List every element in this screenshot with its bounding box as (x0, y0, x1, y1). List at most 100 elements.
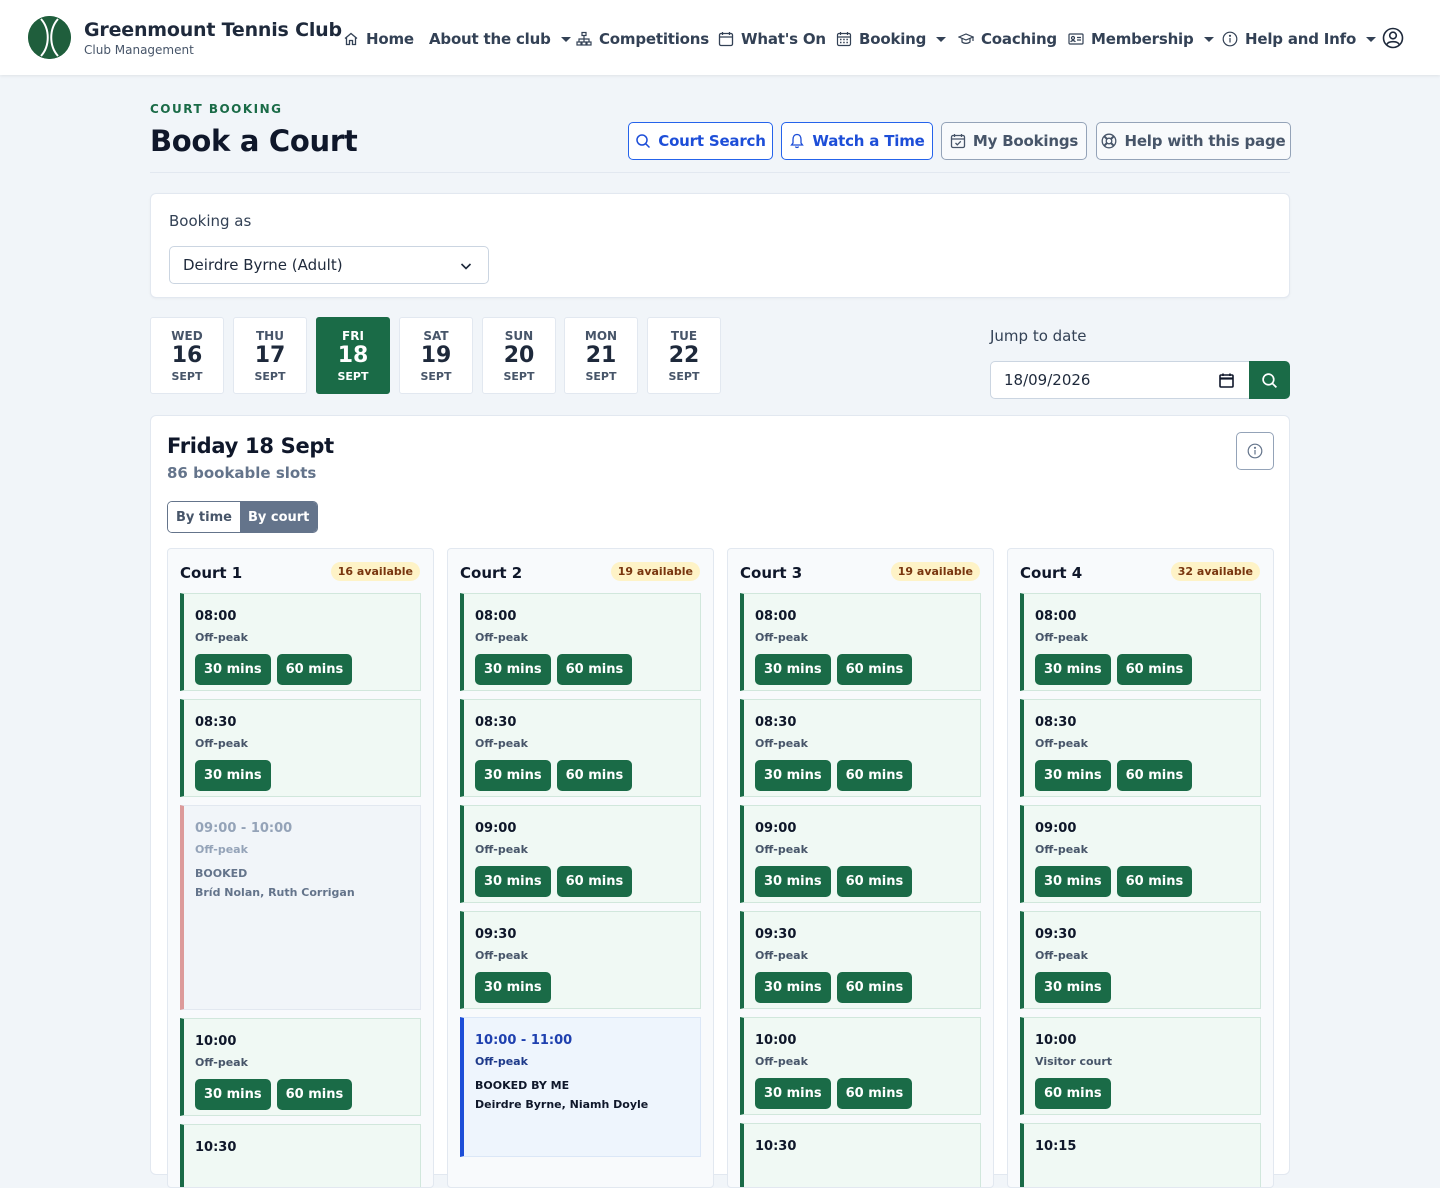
view-by-time-button[interactable]: By time (168, 502, 240, 532)
book-duration-button[interactable]: 60 mins (1035, 1078, 1111, 1109)
slot-band: Off-peak (1035, 843, 1088, 856)
bell-icon (790, 133, 805, 149)
day-tab-num: 19 (420, 343, 452, 368)
time-slot: 09:00 Off-peak 30 mins 60 mins (460, 805, 701, 903)
nav-home[interactable]: Home (343, 28, 414, 50)
book-duration-button[interactable]: 30 mins (475, 760, 551, 791)
view-by-court-button[interactable]: By court (239, 502, 318, 532)
time-slot: 08:30 Off-peak 30 mins 60 mins (1020, 699, 1261, 797)
book-duration-button[interactable]: 60 mins (556, 760, 633, 791)
slot-time: 09:30 (755, 927, 797, 942)
calendar-icon (718, 32, 734, 47)
book-duration-button[interactable]: 30 mins (195, 1079, 271, 1110)
watch-time-button[interactable]: Watch a Time (781, 122, 933, 160)
day-tab[interactable]: MON 21 SEPT (564, 317, 638, 394)
jump-to-date-label: Jump to date (990, 327, 1087, 345)
book-duration-button[interactable]: 30 mins (475, 866, 551, 897)
jump-to-date-input[interactable]: 18/09/2026 (990, 361, 1250, 399)
slot-time: 09:00 (755, 821, 797, 836)
day-tab[interactable]: WED 16 SEPT (150, 317, 224, 394)
duration-buttons: 30 mins (195, 760, 271, 791)
caret-down-icon (1366, 36, 1377, 42)
day-tab-mon: SEPT (337, 370, 369, 383)
book-duration-button[interactable]: 60 mins (276, 654, 353, 685)
slot-time: 10:00 (1035, 1033, 1077, 1048)
nav-about-label: About the club (429, 30, 551, 48)
day-tab[interactable]: TUE 22 SEPT (647, 317, 721, 394)
book-duration-button[interactable]: 60 mins (556, 654, 633, 685)
slot-time: 10:00 (755, 1033, 797, 1048)
brand-name[interactable]: Greenmount Tennis Club (84, 19, 342, 41)
nav-competitions[interactable]: Competitions (576, 28, 709, 50)
book-duration-button[interactable]: 30 mins (195, 760, 271, 791)
day-tab-mon: SEPT (254, 370, 286, 383)
nav-coaching[interactable]: Coaching (958, 28, 1057, 50)
time-slot: 10:00 Off-peak 30 mins 60 mins (740, 1017, 981, 1115)
book-duration-button[interactable]: 60 mins (1116, 760, 1193, 791)
my-bookings-label: My Bookings (972, 132, 1079, 150)
day-tab[interactable]: SAT 19 SEPT (399, 317, 473, 394)
book-duration-button[interactable]: 30 mins (755, 760, 831, 791)
booking-as-select[interactable]: Deirdre Byrne (Adult) (169, 246, 489, 284)
day-tab[interactable]: FRI 18 SEPT (316, 317, 390, 394)
book-duration-button[interactable]: 30 mins (755, 1078, 831, 1109)
time-slot: 08:00 Off-peak 30 mins 60 mins (180, 593, 421, 691)
calendar-picker-icon[interactable] (1219, 373, 1234, 388)
book-duration-button[interactable]: 30 mins (1035, 760, 1111, 791)
info-button[interactable] (1236, 432, 1274, 470)
caret-down-icon (1203, 36, 1214, 42)
time-slot: 09:00 Off-peak 30 mins 60 mins (740, 805, 981, 903)
booked-slot[interactable]: 09:00 - 10:00 Off-peak BOOKED Bríd Nolan, R… (180, 805, 421, 1010)
time-slot: 08:30 Off-peak 30 mins (180, 699, 421, 797)
book-duration-button[interactable]: 30 mins (755, 654, 831, 685)
day-tab-mon: SEPT (503, 370, 535, 383)
slot-time: 10:30 (195, 1140, 237, 1155)
book-duration-button[interactable]: 30 mins (755, 866, 831, 897)
day-tab-mon: SEPT (420, 370, 452, 383)
book-duration-button[interactable]: 30 mins (195, 654, 271, 685)
duration-buttons: 30 mins 60 mins (195, 1079, 353, 1110)
nav-membership[interactable]: Membership (1068, 28, 1214, 50)
slot-time: 08:30 (195, 715, 237, 730)
help-page-button[interactable]: Help with this page (1096, 122, 1291, 160)
book-duration-button[interactable]: 60 mins (556, 866, 633, 897)
book-duration-button[interactable]: 30 mins (1035, 972, 1111, 1003)
day-tab[interactable]: THU 17 SEPT (233, 317, 307, 394)
book-duration-button[interactable]: 60 mins (1116, 866, 1193, 897)
book-duration-button[interactable]: 30 mins (1035, 654, 1111, 685)
book-duration-button[interactable]: 30 mins (475, 972, 551, 1003)
book-duration-button[interactable]: 30 mins (1035, 866, 1111, 897)
mortarboard-icon (958, 33, 974, 44)
slot-time: 08:30 (1035, 715, 1077, 730)
nav-whats-on[interactable]: What's On (718, 28, 826, 50)
book-duration-button[interactable]: 60 mins (836, 1078, 913, 1109)
book-duration-button[interactable]: 30 mins (755, 972, 831, 1003)
book-duration-button[interactable]: 60 mins (836, 866, 913, 897)
book-duration-button[interactable]: 60 mins (836, 760, 913, 791)
duration-buttons: 30 mins 60 mins (1035, 654, 1193, 685)
my-bookings-button[interactable]: My Bookings (941, 122, 1087, 160)
book-duration-button[interactable]: 60 mins (276, 1079, 353, 1110)
tennis-ball-logo-icon[interactable] (28, 16, 71, 59)
book-duration-button[interactable]: 60 mins (836, 972, 913, 1003)
court-search-button[interactable]: Court Search (628, 122, 773, 160)
day-tab-dow: MON (584, 329, 618, 343)
nav-about[interactable]: About the club (429, 28, 571, 50)
book-duration-button[interactable]: 60 mins (836, 654, 913, 685)
nav-home-label: Home (366, 30, 414, 48)
time-slot: 10:30 (740, 1123, 981, 1187)
watch-time-label: Watch a Time (812, 132, 925, 150)
book-duration-button[interactable]: 60 mins (1116, 654, 1193, 685)
id-card-icon (1068, 33, 1084, 45)
view-toggle: By time By court (167, 501, 319, 533)
my-booking-slot[interactable]: 10:00 - 11:00 Off-peak BOOKED BY ME Deirdre… (460, 1017, 701, 1157)
nav-help[interactable]: Help and Info (1222, 28, 1377, 50)
availability-badge: 32 available (1170, 562, 1260, 581)
book-duration-button[interactable]: 30 mins (475, 654, 551, 685)
nav-booking[interactable]: Booking (836, 28, 947, 50)
day-tab-mon: SEPT (171, 370, 203, 383)
day-tab[interactable]: SUN 20 SEPT (482, 317, 556, 394)
page-eyebrow: COURT BOOKING (150, 102, 283, 116)
user-account-icon[interactable] (1382, 27, 1404, 49)
jump-search-button[interactable] (1249, 361, 1290, 399)
